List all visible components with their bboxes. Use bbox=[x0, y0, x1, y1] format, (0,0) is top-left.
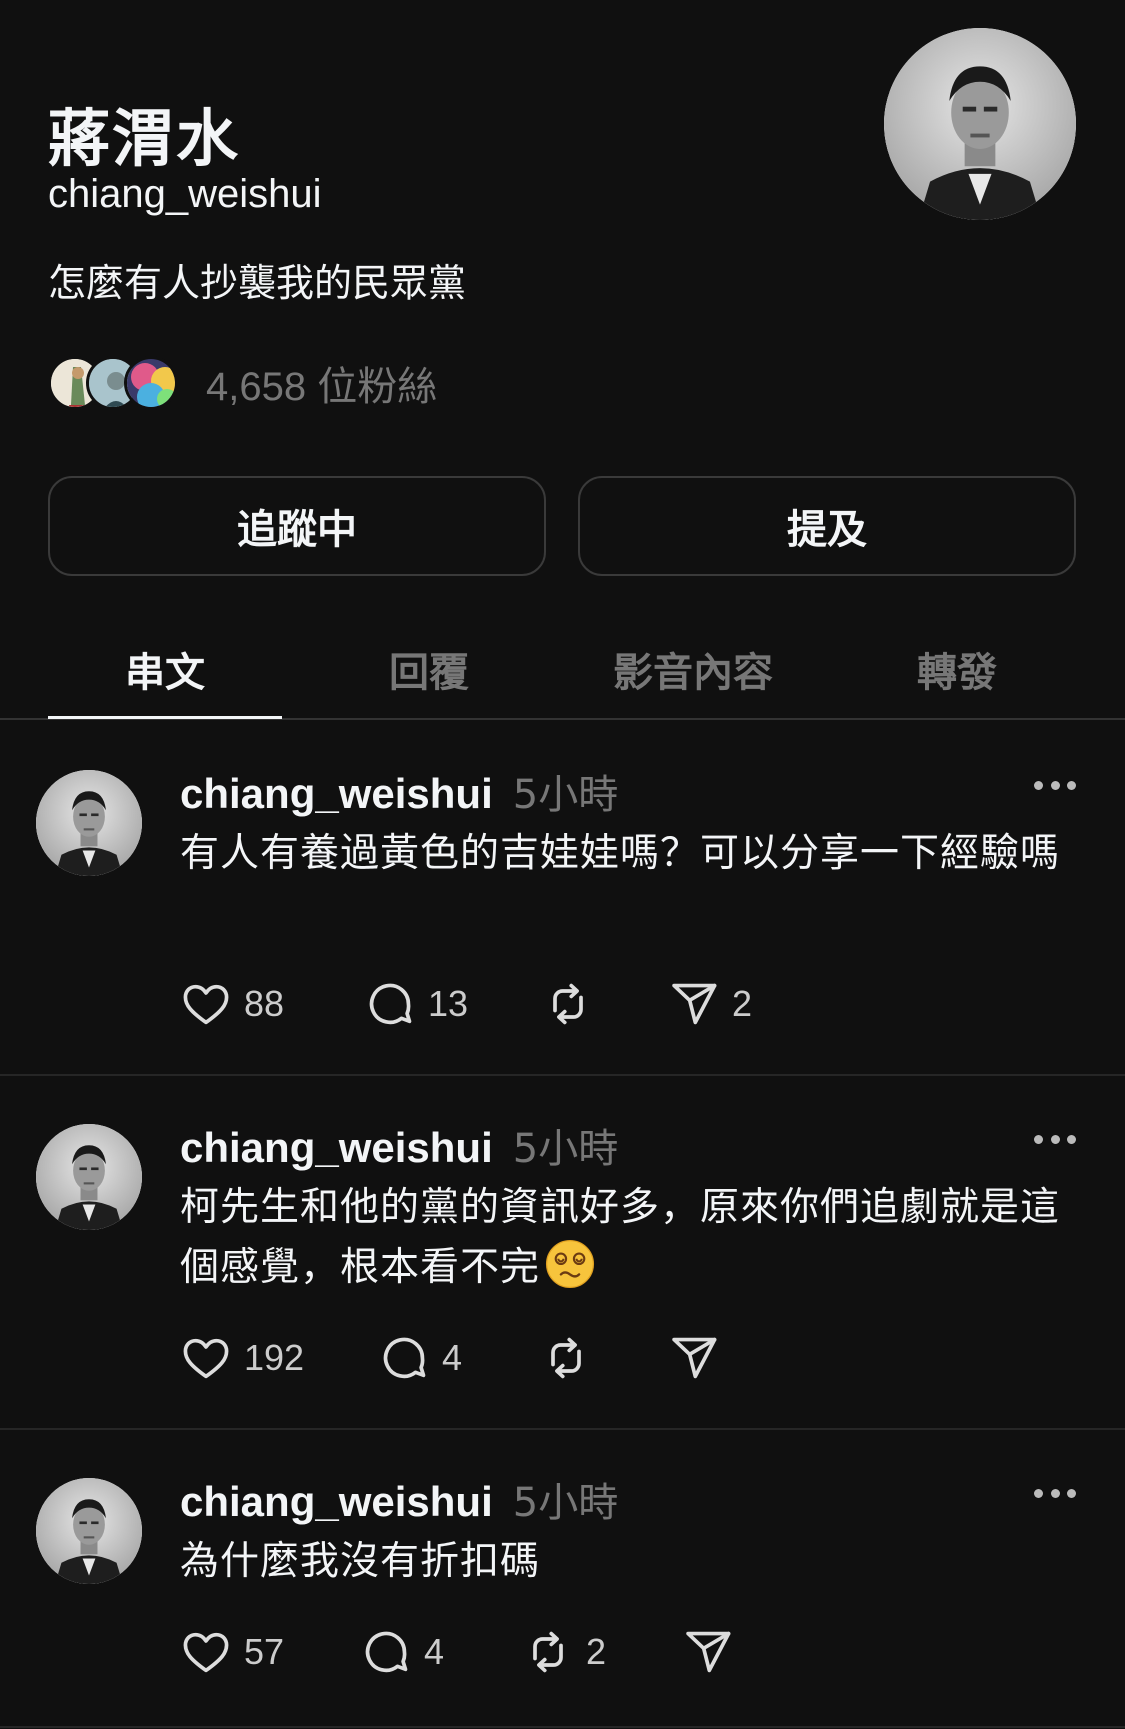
reply-count: 4 bbox=[424, 1631, 445, 1672]
like-button[interactable]: 57 bbox=[180, 1624, 284, 1680]
profile-header: 蔣渭水 chiang_weishui 怎麼有人抄襲我的民眾黨 4,658 位粉絲… bbox=[0, 0, 1125, 640]
post-avatar[interactable] bbox=[36, 770, 142, 876]
more-icon[interactable] bbox=[1034, 778, 1076, 792]
repost-count: 2 bbox=[586, 1631, 607, 1672]
post-time: 5小時 bbox=[512, 1480, 619, 1526]
send-icon bbox=[668, 1332, 720, 1384]
profile-tabs: 串文 回覆 影音內容 轉發 bbox=[0, 620, 1125, 720]
profile-username: chiang_weishui bbox=[48, 172, 322, 216]
post[interactable]: chiang_weishui 5小時 為什麼我沒有折扣碼 57 4 2 bbox=[0, 1430, 1125, 1728]
post-header: chiang_weishui 5小時 bbox=[180, 1116, 618, 1174]
tab-threads[interactable]: 串文 bbox=[48, 640, 282, 718]
repost-button[interactable]: 2 bbox=[522, 1624, 606, 1680]
post-avatar[interactable] bbox=[36, 1478, 142, 1584]
post-avatar[interactable] bbox=[36, 1124, 142, 1230]
more-icon[interactable] bbox=[1034, 1132, 1076, 1146]
followers-link[interactable]: 4,658 位粉絲 bbox=[48, 352, 437, 414]
profile-avatar[interactable] bbox=[884, 28, 1076, 220]
like-button[interactable]: 88 bbox=[180, 976, 284, 1032]
post-text: 有人有養過黃色的吉娃娃嗎？可以分享一下經驗嗎 bbox=[180, 831, 1061, 876]
post-username[interactable]: chiang_weishui bbox=[180, 1478, 493, 1526]
comment-icon bbox=[378, 1332, 430, 1384]
post-username[interactable]: chiang_weishui bbox=[180, 1124, 493, 1172]
post-username[interactable]: chiang_weishui bbox=[180, 770, 493, 818]
post-text: 柯先生和他的黨的資訊好多，原來你們追劇就是這個感覺，根本看不完 bbox=[180, 1185, 1061, 1290]
comment-icon bbox=[360, 1626, 412, 1678]
comment-icon bbox=[364, 978, 416, 1030]
repost-button[interactable] bbox=[542, 976, 606, 1032]
repost-button[interactable] bbox=[540, 1330, 604, 1386]
reply-button[interactable]: 4 bbox=[360, 1624, 444, 1680]
reply-button[interactable]: 13 bbox=[364, 976, 468, 1032]
like-count: 192 bbox=[244, 1337, 305, 1378]
repost-icon bbox=[540, 1332, 592, 1384]
tab-replies[interactable]: 回覆 bbox=[312, 640, 546, 718]
post-text-wrapper: 柯先生和他的黨的資訊好多，原來你們追劇就是這個感覺，根本看不完 bbox=[180, 1178, 1080, 1298]
post-time: 5小時 bbox=[512, 1126, 619, 1172]
share-button[interactable]: 2 bbox=[668, 976, 752, 1032]
active-tab-indicator bbox=[48, 716, 282, 719]
follower-count: 4,658 位粉絲 bbox=[206, 365, 438, 409]
like-button[interactable]: 192 bbox=[180, 1330, 304, 1386]
profile-bio: 怎麼有人抄襲我的民眾黨 bbox=[48, 261, 467, 305]
dizzy-face-emoji-icon bbox=[545, 1239, 595, 1289]
heart-icon bbox=[180, 978, 232, 1030]
like-count: 88 bbox=[244, 983, 285, 1024]
post-time: 5小時 bbox=[512, 772, 619, 818]
follower-avatars bbox=[48, 352, 188, 414]
reply-button[interactable]: 4 bbox=[378, 1330, 462, 1386]
send-icon bbox=[668, 978, 720, 1030]
more-icon[interactable] bbox=[1034, 1486, 1076, 1500]
reply-count: 13 bbox=[428, 983, 469, 1024]
heart-icon bbox=[180, 1332, 232, 1384]
send-icon bbox=[682, 1626, 734, 1678]
post[interactable]: chiang_weishui 5小時 有人有養過黃色的吉娃娃嗎？可以分享一下經驗… bbox=[0, 722, 1125, 1076]
share-button[interactable] bbox=[682, 1624, 746, 1680]
tab-reposts[interactable]: 轉發 bbox=[840, 640, 1074, 718]
tab-media[interactable]: 影音內容 bbox=[576, 640, 810, 718]
post-header: chiang_weishui 5小時 bbox=[180, 1470, 618, 1528]
post[interactable]: chiang_weishui 5小時 柯先生和他的黨的資訊好多，原來你們追劇就是… bbox=[0, 1076, 1125, 1430]
post-header: chiang_weishui 5小時 bbox=[180, 762, 618, 820]
following-button[interactable]: 追蹤中 bbox=[48, 476, 546, 576]
repost-icon bbox=[542, 978, 594, 1030]
heart-icon bbox=[180, 1626, 232, 1678]
display-name: 蔣渭水 bbox=[48, 102, 241, 175]
mention-button[interactable]: 提及 bbox=[578, 476, 1076, 576]
follower-avatar bbox=[124, 356, 178, 410]
like-count: 57 bbox=[244, 1631, 285, 1672]
share-count: 2 bbox=[732, 983, 753, 1024]
post-text: 為什麼我沒有折扣碼 bbox=[180, 1539, 541, 1584]
reply-count: 4 bbox=[442, 1337, 463, 1378]
share-button[interactable] bbox=[668, 1330, 732, 1386]
repost-icon bbox=[522, 1626, 574, 1678]
